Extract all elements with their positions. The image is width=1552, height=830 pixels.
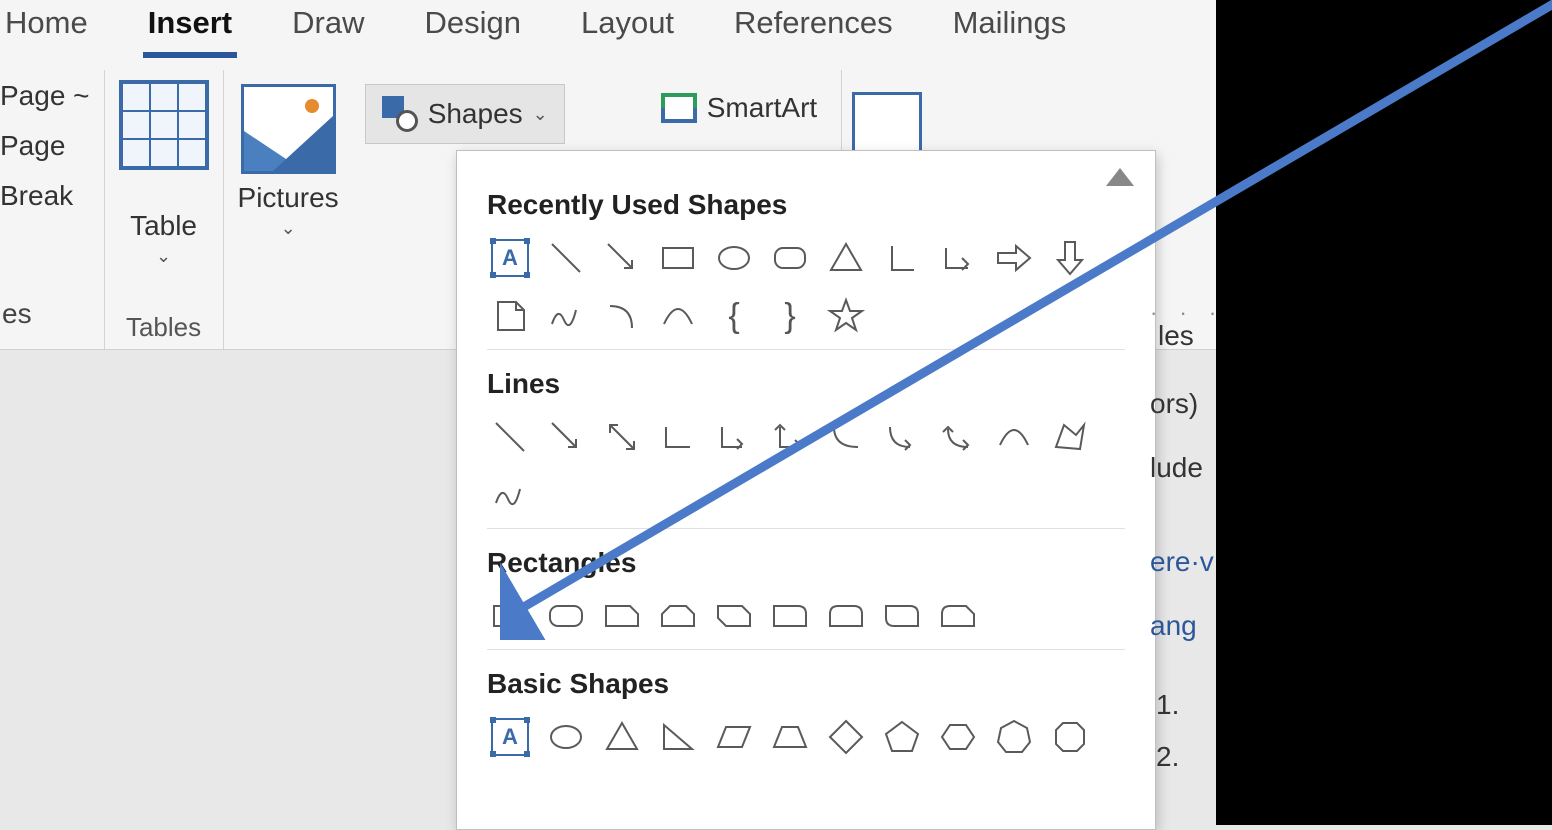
line-curve-connector[interactable] xyxy=(823,414,869,460)
rect-round-snip[interactable] xyxy=(935,593,981,639)
tab-references[interactable]: References xyxy=(729,0,898,56)
shape-arc[interactable] xyxy=(599,293,645,339)
obscured-label-suffix: les xyxy=(1158,320,1194,352)
category-basic: Basic Shapes xyxy=(487,668,1125,700)
pages-group-label-partial: es xyxy=(0,298,32,330)
shape-elbow-arrow[interactable] xyxy=(935,235,981,281)
shape-l-shape[interactable] xyxy=(879,235,925,281)
shape-rectangle[interactable] xyxy=(655,235,701,281)
shape-rounded-rectangle[interactable] xyxy=(767,235,813,281)
lines-row xyxy=(487,414,1125,529)
shape-left-brace[interactable]: { xyxy=(711,293,757,339)
line-scribble[interactable] xyxy=(487,472,533,518)
line-elbow-arrow[interactable] xyxy=(711,414,757,460)
basic-octagon[interactable] xyxy=(1047,714,1093,760)
category-recent: Recently Used Shapes xyxy=(487,189,1125,221)
shapes-gallery-scroll[interactable]: Recently Used Shapes A { } Lines xyxy=(457,151,1155,829)
blank-page-button[interactable]: Page xyxy=(0,130,65,162)
line-plain[interactable] xyxy=(487,414,533,460)
shape-line-arrow[interactable] xyxy=(599,235,645,281)
shapes-gallery-dropdown: Recently Used Shapes A { } Lines xyxy=(456,150,1156,830)
chevron-down-icon: ⌄ xyxy=(156,246,171,267)
tab-layout[interactable]: Layout xyxy=(576,0,679,56)
rect-plain[interactable] xyxy=(487,593,533,639)
line-arrow[interactable] xyxy=(543,414,589,460)
shape-curve[interactable] xyxy=(655,293,701,339)
line-double-arrow[interactable] xyxy=(599,414,645,460)
smartart-label: SmartArt xyxy=(707,92,817,124)
line-elbow-double-arrow[interactable] xyxy=(767,414,813,460)
basic-heptagon[interactable] xyxy=(991,714,1037,760)
table-dropdown[interactable]: Table ⌄ xyxy=(130,210,197,267)
shape-right-brace[interactable]: } xyxy=(767,293,813,339)
table-icon xyxy=(119,80,209,170)
rect-round-diag[interactable] xyxy=(879,593,925,639)
tab-design[interactable]: Design xyxy=(419,0,526,56)
line-curve-double-arrow[interactable] xyxy=(935,414,981,460)
line-curve-arrow[interactable] xyxy=(879,414,925,460)
cover-page-button[interactable]: Page ~ xyxy=(0,80,90,112)
shape-oval[interactable] xyxy=(711,235,757,281)
basic-pentagon[interactable] xyxy=(879,714,925,760)
tab-home[interactable]: Home xyxy=(0,0,93,56)
basic-right-triangle[interactable] xyxy=(655,714,701,760)
tab-draw[interactable]: Draw xyxy=(287,0,369,56)
rect-rounded[interactable] xyxy=(543,593,589,639)
rect-snip-same-side[interactable] xyxy=(655,593,701,639)
rect-round-single[interactable] xyxy=(767,593,813,639)
shape-right-arrow[interactable] xyxy=(991,235,1037,281)
chevron-down-icon: ⌄ xyxy=(281,218,296,239)
shape-scribble[interactable] xyxy=(543,293,589,339)
tab-mailings[interactable]: Mailings xyxy=(948,0,1072,56)
shapes-label: Shapes xyxy=(428,98,523,130)
shape-triangle[interactable] xyxy=(823,235,869,281)
shape-text-box[interactable]: A xyxy=(487,235,533,281)
line-elbow[interactable] xyxy=(655,414,701,460)
table-label: Table xyxy=(130,210,197,242)
category-rectangles: Rectangles xyxy=(487,547,1125,579)
shape-line[interactable] xyxy=(543,235,589,281)
basic-hexagon[interactable] xyxy=(935,714,981,760)
shape-star[interactable] xyxy=(823,293,869,339)
tables-group: Table ⌄ Tables xyxy=(105,70,224,349)
rect-snip-diag[interactable] xyxy=(711,593,757,639)
rectangles-row xyxy=(487,593,1125,650)
shapes-dropdown-button[interactable]: Shapes ⌄ xyxy=(365,84,565,144)
basic-oval[interactable] xyxy=(543,714,589,760)
recent-shapes-row: A { } xyxy=(487,235,1125,350)
line-freeform[interactable] xyxy=(1047,414,1093,460)
pictures-icon xyxy=(241,84,336,174)
basic-shapes-row: A xyxy=(487,714,1125,770)
category-lines: Lines xyxy=(487,368,1125,400)
line-curve[interactable] xyxy=(991,414,1037,460)
basic-diamond[interactable] xyxy=(823,714,869,760)
shapes-icon xyxy=(382,96,418,132)
rect-round-same-side[interactable] xyxy=(823,593,869,639)
basic-text-box[interactable]: A xyxy=(487,714,533,760)
shape-down-arrow[interactable] xyxy=(1047,235,1093,281)
shape-document[interactable] xyxy=(487,293,533,339)
tab-insert[interactable]: Insert xyxy=(143,0,237,56)
tables-group-label: Tables xyxy=(126,312,201,343)
basic-trapezoid[interactable] xyxy=(767,714,813,760)
cropped-region xyxy=(1216,0,1552,825)
smartart-button[interactable]: SmartArt xyxy=(651,84,827,132)
pictures-label: Pictures xyxy=(238,182,339,214)
chevron-down-icon: ⌄ xyxy=(533,104,548,125)
basic-triangle[interactable] xyxy=(599,714,645,760)
basic-parallelogram[interactable] xyxy=(711,714,757,760)
ribbon-tabs: Home Insert Draw Design Layout Reference… xyxy=(0,0,1220,70)
rect-snip-single[interactable] xyxy=(599,593,645,639)
scroll-up-icon[interactable] xyxy=(1106,168,1134,186)
pictures-dropdown[interactable]: Pictures ⌄ xyxy=(238,182,339,239)
page-break-button[interactable]: Break xyxy=(0,180,73,212)
smartart-icon xyxy=(661,93,697,123)
